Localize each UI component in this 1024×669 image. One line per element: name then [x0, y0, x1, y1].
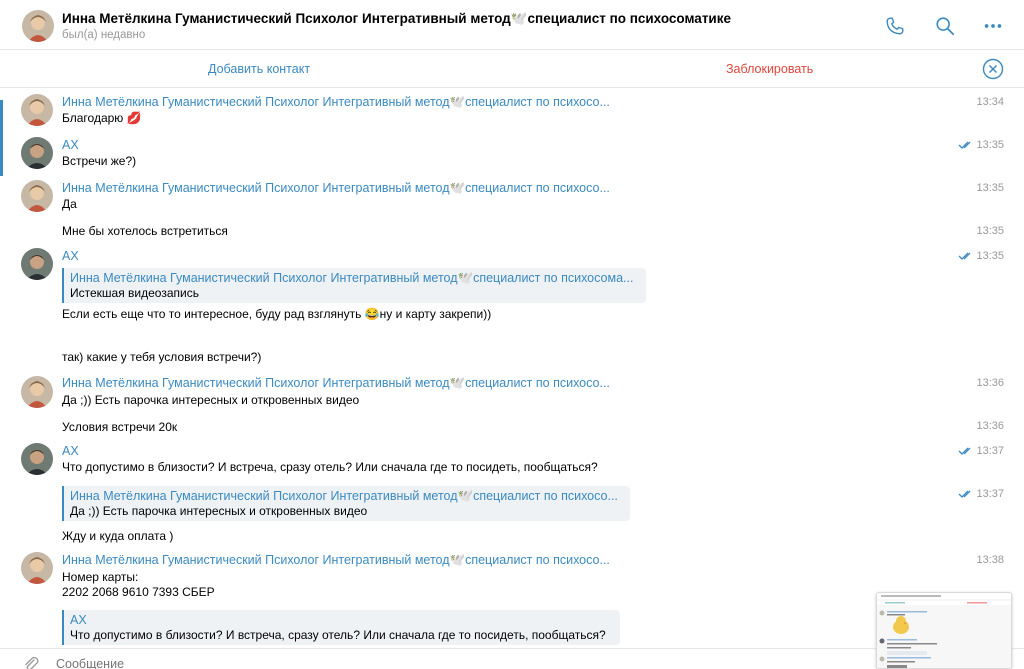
chat-title[interactable]: Инна Метёлкина Гуманистический Психолог … [62, 11, 731, 27]
message-sender[interactable]: AX [62, 138, 79, 152]
reply-quote[interactable]: AX Что допустимо в близости? И встреча, … [62, 610, 620, 645]
message-text: Встречи же?) [62, 154, 137, 168]
sender-avatar[interactable] [21, 552, 53, 584]
message-time: 13:34 [976, 96, 1004, 108]
message-time: 13:37 [958, 445, 1004, 457]
sender-avatar[interactable] [21, 180, 53, 212]
message-text: Да ;)) Есть парочка интересных и открове… [62, 393, 360, 407]
message-time: 13:35 [976, 182, 1004, 194]
close-icon[interactable] [982, 58, 1004, 80]
message-sender[interactable]: Инна Метёлкина Гуманистический Психолог … [62, 95, 610, 110]
sender-avatar[interactable] [21, 443, 53, 475]
message-time: 13:36 [976, 377, 1004, 389]
message-text[interactable]: 2202 2068 9610 7393 СБЕР [62, 585, 215, 599]
message-time: 13:36 [976, 420, 1004, 432]
add-contact-button[interactable]: Добавить контакт [208, 62, 310, 76]
selection-indicator [0, 100, 3, 176]
search-icon[interactable] [934, 15, 956, 37]
message-time: 13:35 [976, 225, 1004, 237]
message-text: Мне бы хотелось встретиться [62, 224, 228, 238]
read-checks-icon [959, 447, 971, 455]
more-icon[interactable] [982, 15, 1004, 37]
quote-sender: Инна Метёлкина Гуманистический Психолог … [70, 489, 618, 503]
sender-avatar[interactable] [21, 376, 53, 408]
message-list[interactable]: Инна Метёлкина Гуманистический Психолог … [0, 88, 1024, 648]
message-text: Если есть еще что то интересное, буду ра… [62, 307, 492, 321]
message-text: так) какие у тебя условия встречи?) [62, 350, 262, 364]
read-checks-icon [959, 141, 971, 149]
message-text: Что допустимо в близости? И встреча, сра… [62, 460, 598, 474]
quote-sender: Инна Метёлкина Гуманистический Психолог … [70, 271, 634, 285]
message-sender[interactable]: AX [62, 249, 79, 263]
quote-text: Да ;)) Есть парочка интересных и открове… [70, 504, 368, 518]
window-thumbnail[interactable] [876, 592, 1012, 669]
sender-avatar[interactable] [21, 94, 53, 126]
quote-text: Истекшая видеозапись [70, 286, 199, 300]
message-text: Номер карты: [62, 570, 139, 584]
read-checks-icon [959, 252, 971, 260]
reply-quote[interactable]: Инна Метёлкина Гуманистический Психолог … [62, 268, 646, 303]
reply-quote[interactable]: Инна Метёлкина Гуманистический Психолог … [62, 486, 630, 521]
message-composer [0, 648, 1024, 669]
chat-status: был(а) недавно [62, 29, 146, 41]
quote-text: Что допустимо в близости? И встреча, сра… [70, 628, 606, 642]
message-time: 13:35 [958, 139, 1004, 151]
message-sender[interactable]: Инна Метёлкина Гуманистический Психолог … [62, 376, 610, 391]
message-input[interactable] [56, 657, 656, 669]
message-text: Да [62, 197, 77, 211]
read-checks-icon [959, 490, 971, 498]
message-text: Условия встречи 20к [62, 420, 178, 434]
message-text: Благодарю 💋 [62, 111, 142, 125]
thumbnail-preview [877, 593, 1011, 668]
message-sender[interactable]: Инна Метёлкина Гуманистический Психолог … [62, 181, 610, 196]
message-text: Жду и куда оплата ) [62, 529, 174, 543]
sender-avatar[interactable] [21, 248, 53, 280]
message-time: 13:35 [958, 250, 1004, 262]
chat-header: Инна Метёлкина Гуманистический Психолог … [0, 0, 1024, 50]
phone-icon[interactable] [884, 15, 906, 37]
message-time: 13:37 [958, 488, 1004, 500]
message-sender[interactable]: Инна Метёлкина Гуманистический Психолог … [62, 553, 610, 568]
block-button[interactable]: Заблокировать [726, 62, 813, 76]
sender-avatar[interactable] [21, 137, 53, 169]
contact-action-bar: Добавить контакт Заблокировать [0, 51, 1024, 88]
message-sender[interactable]: AX [62, 444, 79, 458]
message-time: 13:38 [976, 554, 1004, 566]
quote-sender: AX [70, 613, 87, 627]
contact-avatar[interactable] [22, 10, 54, 42]
paperclip-icon[interactable] [22, 655, 40, 669]
